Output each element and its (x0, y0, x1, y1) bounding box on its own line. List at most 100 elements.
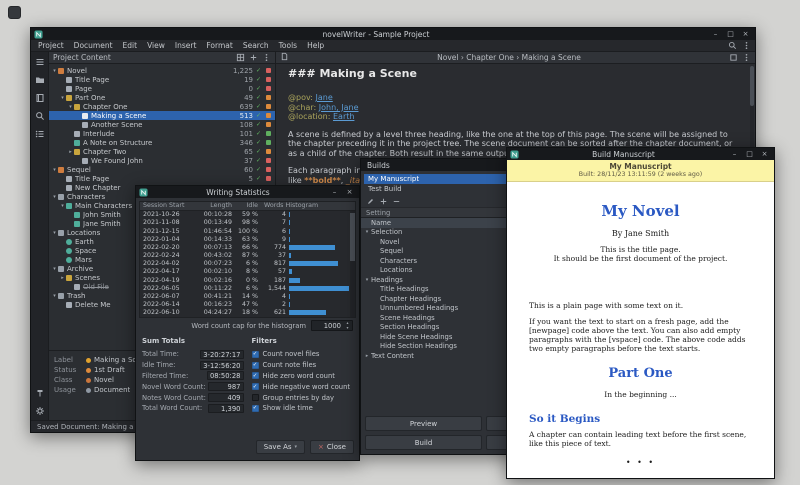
filter-label: Count novel files (263, 350, 320, 358)
collapse-arrow-icon[interactable]: ▾ (51, 167, 58, 173)
tree-item-interlude[interactable]: Interlude101✓ (49, 129, 275, 138)
session-words: 4 (258, 293, 288, 300)
menu-item-document[interactable]: Document (69, 41, 118, 50)
search-icon[interactable] (35, 111, 45, 121)
new-build-icon[interactable] (379, 197, 388, 206)
menu-icon[interactable] (35, 57, 45, 67)
meta-tag-link[interactable]: John, Jane (319, 103, 359, 112)
collapse-arrow-icon[interactable]: ▾ (59, 203, 66, 209)
checkbox[interactable]: ✓ (252, 383, 259, 390)
tree-item-chapter-one[interactable]: ▾Chapter One639✓ (49, 102, 275, 111)
menu-item-insert[interactable]: Insert (170, 41, 202, 50)
tree-item-part-one[interactable]: ▾Part One49✓ (49, 93, 275, 102)
session-date: 2021-12-15 (140, 228, 196, 235)
tree-item-another-scene[interactable]: Another Scene108✓ (49, 120, 275, 129)
col-idle[interactable]: Idle (232, 202, 258, 209)
sum-value: 409 (208, 393, 244, 402)
histogram-cap-input[interactable]: 1000 ▴ ▾ (311, 320, 353, 331)
expand-arrow-icon[interactable]: ▸ (59, 275, 66, 281)
add-item-icon[interactable] (249, 53, 258, 62)
scrollbar-thumb[interactable] (750, 66, 754, 106)
project-tree-icon[interactable] (35, 75, 45, 85)
maximize-icon[interactable]: □ (743, 149, 756, 160)
collapse-arrow-icon[interactable]: ▾ (67, 104, 74, 110)
tree-item-chapter-two[interactable]: ▸Chapter Two65✓ (49, 147, 275, 156)
tree-item-page[interactable]: Page0✓ (49, 84, 275, 93)
scrollbar-thumb[interactable] (350, 213, 355, 261)
active-check-icon: ✓ (253, 67, 264, 74)
collapse-arrow-icon[interactable]: ▾ (51, 230, 58, 236)
status-dot (266, 158, 271, 163)
tree-item-making-a-scene[interactable]: Making a Scene513✓ (49, 111, 275, 120)
collapse-arrow-icon[interactable]: ▾ (363, 229, 371, 235)
tree-menu-icon[interactable] (262, 53, 271, 62)
menu-item-tools[interactable]: Tools (274, 41, 302, 50)
checkbox[interactable]: ✓ (252, 351, 259, 358)
spin-down-icon[interactable]: ▾ (346, 326, 348, 331)
maximize-editor-icon[interactable] (729, 53, 738, 62)
collapse-arrow-icon[interactable]: ▾ (51, 266, 58, 272)
col-words-histogram[interactable]: Words Histogram (258, 202, 349, 209)
stats-scrollbar[interactable] (350, 211, 355, 317)
checkbox[interactable]: ✓ (252, 372, 259, 379)
settings-icon[interactable] (35, 406, 45, 416)
menu-item-edit[interactable]: Edit (118, 41, 143, 50)
close-icon[interactable]: × (343, 187, 356, 198)
menu-item-view[interactable]: View (142, 41, 170, 50)
checkbox[interactable] (252, 394, 259, 401)
save-as-button[interactable]: Save As ▾ (256, 440, 305, 454)
session-words: 2 (258, 301, 288, 308)
filter-count-note-files[interactable]: ✓Count note files (252, 360, 354, 371)
tree-item-we-found-john[interactable]: We Found John37✓ (49, 156, 275, 165)
checkbox[interactable]: ✓ (252, 362, 259, 369)
tree-item-a-note-on-structure[interactable]: A Note on Structure346✓ (49, 138, 275, 147)
editor-menu-icon[interactable] (742, 53, 751, 62)
menu-item-format[interactable]: Format (201, 41, 237, 50)
preview-button[interactable]: Preview (365, 416, 482, 431)
col-length[interactable]: Length (196, 202, 232, 209)
collapse-arrow-icon[interactable]: ▾ (59, 95, 66, 101)
edit-build-icon[interactable] (366, 197, 375, 206)
minimize-icon[interactable]: – (328, 187, 341, 198)
filter-hide-negative-word-count[interactable]: ✓Hide negative word count (252, 381, 354, 392)
filter-show-idle-time[interactable]: ✓Show idle time (252, 403, 354, 414)
expand-arrow-icon[interactable]: ▸ (67, 149, 74, 155)
tree-item-title-page[interactable]: Title Page19✓ (49, 75, 275, 84)
collapse-arrow-icon[interactable]: ▾ (51, 293, 58, 299)
folder-icon (58, 293, 64, 299)
build-button[interactable]: Build (365, 435, 482, 450)
expand-arrow-icon[interactable]: ▸ (363, 353, 371, 359)
tree-item-sequel[interactable]: ▾Sequel60✓ (49, 165, 275, 174)
tree-item-label: We Found John (91, 157, 227, 165)
close-button[interactable]: × Close (310, 440, 354, 454)
delete-build-icon[interactable] (392, 197, 401, 206)
filter-group-entries-by-day[interactable]: Group entries by day (252, 392, 354, 403)
collapse-arrow-icon[interactable]: ▾ (51, 68, 58, 74)
build-icon[interactable] (35, 388, 45, 398)
close-icon[interactable]: × (739, 29, 752, 40)
filter-count-novel-files[interactable]: ✓ Count novel files (252, 349, 354, 360)
overflow-menu-icon[interactable] (742, 41, 751, 50)
tree-item-title-page[interactable]: Title Page5✓ (49, 174, 275, 183)
minimize-icon[interactable]: – (709, 29, 722, 40)
tree-item-novel[interactable]: ▾Novel1,225✓ (49, 66, 275, 75)
filter-hide-zero-word-count[interactable]: ✓Hide zero word count (252, 371, 354, 382)
collapse-arrow-icon[interactable]: ▾ (363, 277, 371, 283)
novel-icon[interactable] (35, 93, 45, 103)
maximize-icon[interactable]: □ (724, 29, 737, 40)
menu-item-search[interactable]: Search (238, 41, 274, 50)
col-session-start[interactable]: Session Start (140, 202, 196, 209)
collapse-arrow-icon[interactable]: ▾ (51, 194, 58, 200)
outline-icon[interactable] (35, 129, 45, 139)
desktop-icon[interactable] (8, 6, 21, 19)
minimize-icon[interactable]: – (728, 149, 741, 160)
checkbox[interactable]: ✓ (252, 405, 259, 412)
search-icon[interactable] (728, 41, 737, 50)
meta-tag-link[interactable]: Jane (316, 93, 333, 102)
menu-item-help[interactable]: Help (302, 41, 329, 50)
close-icon[interactable]: × (758, 149, 771, 160)
meta-tag-link[interactable]: Earth (333, 112, 354, 121)
menu-item-project[interactable]: Project (33, 41, 69, 50)
spinner-arrows[interactable]: ▴ ▾ (343, 321, 352, 330)
view-options-icon[interactable] (236, 53, 245, 62)
